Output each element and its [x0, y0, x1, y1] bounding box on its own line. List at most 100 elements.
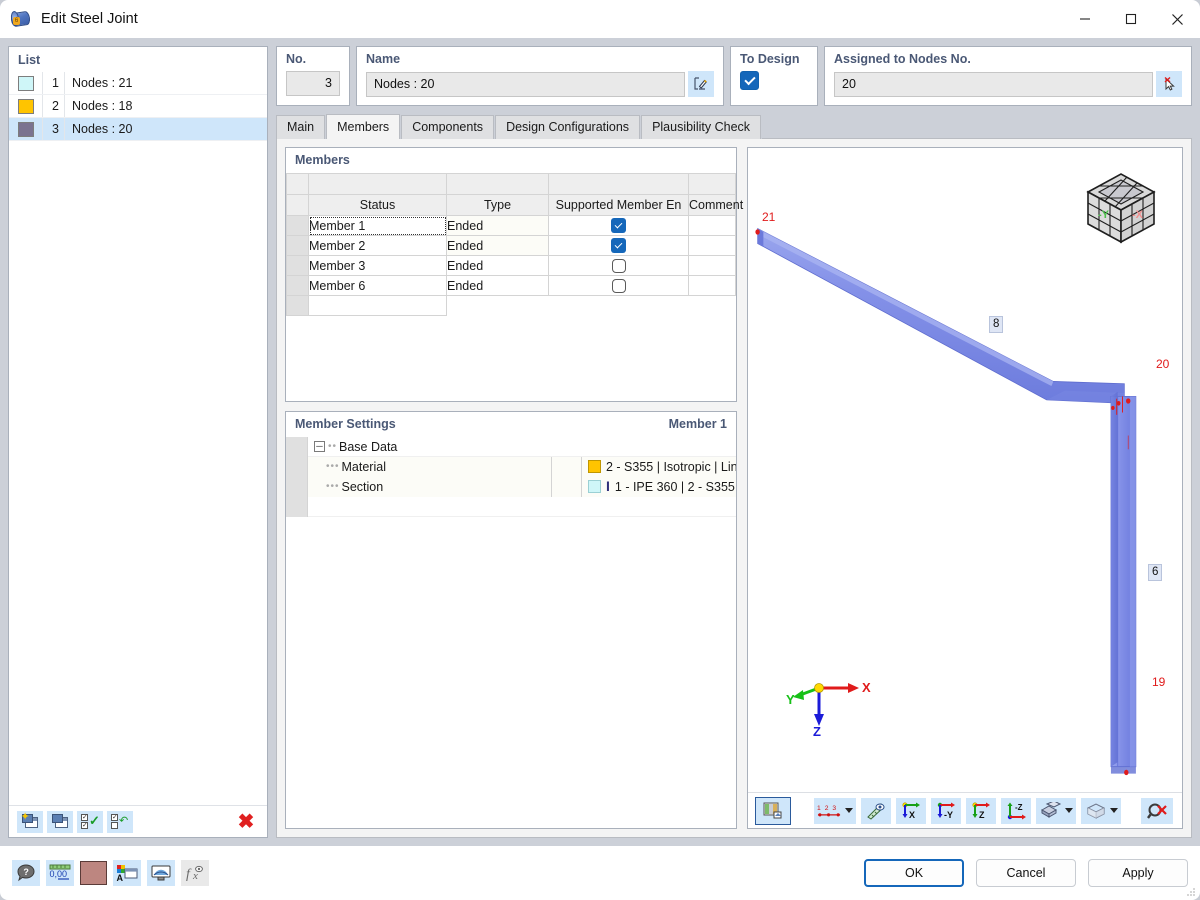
col-supported-member-end[interactable]: Supported Member En — [548, 194, 689, 216]
close-button[interactable] — [1154, 0, 1200, 38]
dimensions-button[interactable] — [861, 797, 891, 824]
svg-text:A: A — [117, 873, 124, 882]
col-status[interactable]: Status — [308, 194, 447, 216]
resize-grip[interactable] — [1186, 887, 1196, 897]
list-item[interactable]: 3 Nodes : 20 — [9, 118, 267, 141]
tab-plausibility-check[interactable]: Plausibility Check — [641, 115, 762, 139]
axis-x-icon: X — [901, 801, 920, 820]
cell-type[interactable]: Ended — [446, 235, 549, 256]
chevron-down-icon[interactable] — [1109, 808, 1118, 813]
collapse-icon[interactable]: ─ — [314, 441, 325, 452]
table-row[interactable]: Member 3 Ended — [286, 255, 736, 276]
row-selector[interactable] — [286, 275, 309, 296]
tab-members[interactable]: Members — [326, 114, 401, 139]
numbering-button[interactable]: 1 2 3 — [814, 797, 856, 824]
copy-joint-button[interactable] — [47, 810, 73, 833]
cell-comment[interactable] — [688, 215, 736, 236]
to-design-group: To Design — [730, 46, 818, 106]
cell-comment[interactable] — [688, 275, 736, 296]
view-z-button[interactable]: Z — [966, 797, 996, 824]
units-button[interactable]: 0,00 — [46, 860, 74, 886]
list-item[interactable]: 2 Nodes : 18 — [9, 95, 267, 118]
tree-row-value[interactable]: 1 - IPE 360 | 2 - S355 — [615, 480, 735, 494]
list-item-color — [9, 118, 43, 140]
cell-supported[interactable] — [548, 255, 689, 276]
list-item[interactable]: 1 Nodes : 21 — [9, 72, 267, 95]
zoom-reset-button[interactable] — [1141, 797, 1173, 824]
cancel-button[interactable]: Cancel — [976, 859, 1076, 887]
tab-main[interactable]: Main — [276, 115, 326, 139]
color-button[interactable] — [80, 861, 107, 885]
render-mode-button[interactable] — [755, 796, 791, 825]
chevron-down-icon[interactable] — [1064, 808, 1073, 813]
table-row[interactable]: Member 1 Ended — [286, 215, 736, 236]
supported-checkbox[interactable] — [611, 218, 626, 234]
tree-group-base-data[interactable]: ─ •• Base Data — [286, 436, 736, 457]
apply-button[interactable]: Apply — [1088, 859, 1188, 887]
display-properties-button[interactable]: A — [113, 860, 141, 886]
axis-y-label: Y — [786, 692, 795, 707]
supported-checkbox[interactable] — [611, 238, 626, 254]
model-viewport[interactable]: 21 20 19 8 6 -Y -X X Y Z 1 2 3 X -Y Z -Z — [747, 147, 1183, 829]
name-edit-button[interactable] — [688, 71, 714, 97]
members-group-header: Members — [286, 148, 736, 173]
new-joint-button[interactable]: ✦ — [17, 810, 43, 833]
pick-nodes-button[interactable] — [1156, 71, 1182, 97]
chevron-down-icon[interactable] — [845, 808, 853, 813]
model-canvas[interactable]: 21 20 19 8 6 -Y -X X Y Z — [748, 148, 1182, 792]
ruler-eye-icon — [867, 802, 885, 820]
navcube-right-face-label[interactable]: -X — [1132, 209, 1143, 221]
formula-button[interactable]: f x — [181, 860, 209, 886]
cell-type[interactable]: Ended — [446, 215, 549, 236]
cell-status[interactable]: Member 3 — [308, 255, 447, 276]
table-row-empty[interactable] — [286, 295, 736, 316]
member-label-6: 6 — [1148, 564, 1163, 581]
supported-checkbox[interactable] — [611, 258, 626, 273]
row-selector[interactable] — [286, 215, 309, 236]
tab-components[interactable]: Components — [401, 115, 495, 139]
supported-checkbox[interactable] — [611, 278, 626, 293]
to-design-checkbox[interactable] — [740, 71, 759, 90]
list-toolbar: ✦ ✓ ✓ ✓ ✓ ↶ ✖ — [9, 805, 267, 837]
name-input[interactable]: Nodes : 20 — [366, 71, 685, 97]
select-all-button[interactable]: ✓ ✓ ✓ — [77, 810, 103, 833]
cell-supported[interactable] — [548, 275, 689, 296]
invert-selection-button[interactable]: ✓ ↶ — [107, 810, 133, 833]
assigned-nodes-input[interactable]: 20 — [834, 71, 1153, 97]
shading-button[interactable] — [1036, 797, 1076, 824]
tab-design-configurations[interactable]: Design Configurations — [495, 115, 641, 139]
members-left-column: Members Status Type Supported Member En … — [285, 147, 743, 829]
row-selector[interactable] — [286, 255, 309, 276]
col-type[interactable]: Type — [446, 194, 549, 216]
tree-row-section[interactable]: ••• Section I 1 - IPE 360 | 2 - S355 — [286, 476, 736, 497]
help-button[interactable]: ? — [12, 860, 40, 886]
tree-row-value[interactable]: 2 - S355 | Isotropic | Linea... — [606, 460, 736, 474]
pick-cursor-icon — [1164, 76, 1175, 91]
row-selector[interactable] — [286, 235, 309, 256]
wireframe-button[interactable] — [1081, 797, 1121, 824]
col-comment[interactable]: Comment — [688, 194, 743, 216]
maximize-button[interactable] — [1108, 0, 1154, 38]
cell-type[interactable]: Ended — [446, 255, 549, 276]
view-y-button[interactable]: -Y — [931, 797, 961, 824]
cell-supported[interactable] — [548, 235, 689, 256]
cell-status[interactable]: Member 6 — [308, 275, 447, 296]
cell-supported[interactable] — [548, 215, 689, 236]
navcube-left-face-label[interactable]: -Y — [1098, 209, 1109, 221]
table-row[interactable]: Member 2 Ended — [286, 235, 736, 256]
view-x-button[interactable]: X — [896, 797, 926, 824]
cell-status[interactable]: Member 1 — [308, 215, 447, 236]
minimize-button[interactable] — [1062, 0, 1108, 38]
view-settings-button[interactable] — [147, 860, 175, 886]
delete-joint-button[interactable]: ✖ — [233, 811, 259, 833]
cell-type[interactable]: Ended — [446, 275, 549, 296]
cell-comment[interactable] — [688, 235, 736, 256]
view-isometric-button[interactable]: -Z — [1001, 797, 1031, 824]
cell-status[interactable]: Member 2 — [308, 235, 447, 256]
ok-button[interactable]: OK — [864, 859, 964, 887]
table-row[interactable]: Member 6 Ended — [286, 275, 736, 296]
tree-row-material[interactable]: ••• Material 2 - S355 | Isotropic | Line… — [286, 456, 736, 477]
cell-comment[interactable] — [688, 255, 736, 276]
no-input[interactable]: 3 — [286, 71, 340, 96]
navigation-cube[interactable]: -Y -X — [1078, 166, 1164, 252]
